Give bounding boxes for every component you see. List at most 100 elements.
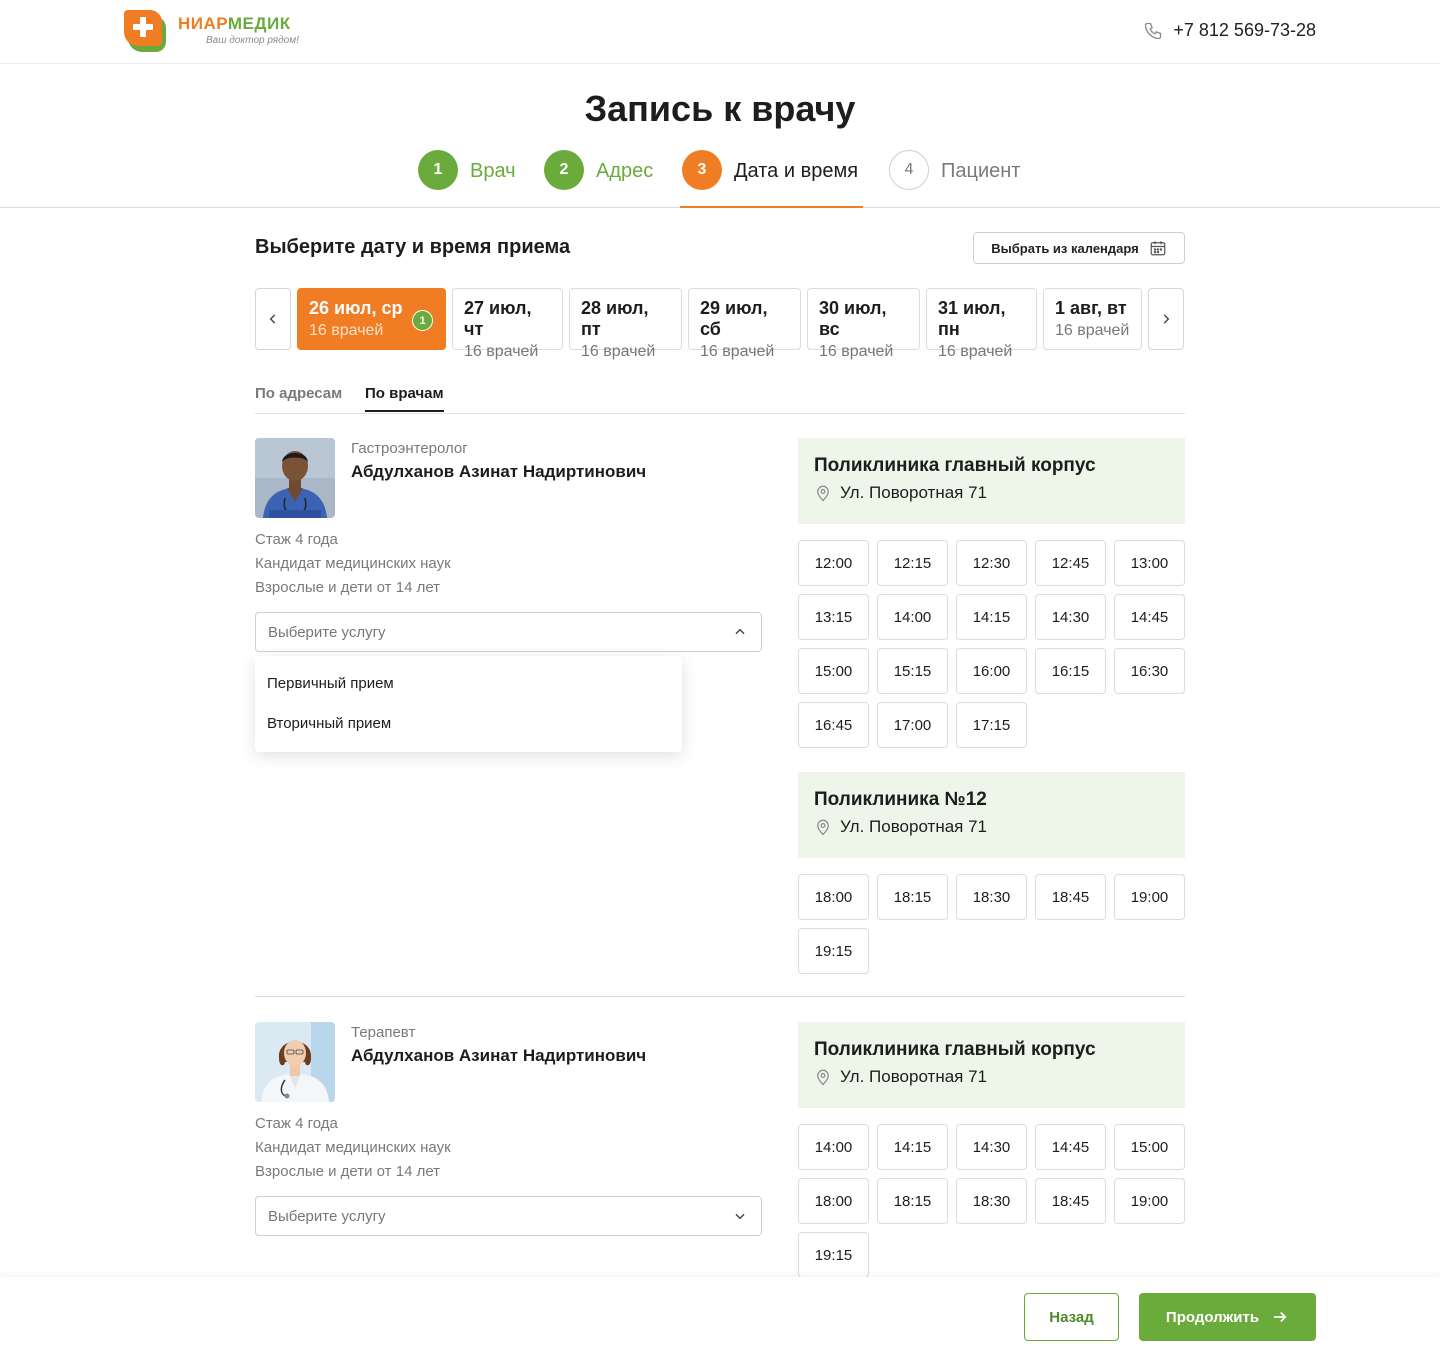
time-slot[interactable]: 15:15 xyxy=(877,648,948,694)
time-slot[interactable]: 17:15 xyxy=(956,702,1027,748)
date-card[interactable]: 29 июл, сб 16 врачей xyxy=(688,288,801,360)
dates-prev-button[interactable] xyxy=(255,288,291,350)
time-slot[interactable]: 14:00 xyxy=(798,1124,869,1170)
phone-number: +7 812 569-73-28 xyxy=(1173,20,1316,40)
time-slot[interactable]: 18:00 xyxy=(798,1178,869,1224)
time-slot[interactable]: 15:00 xyxy=(798,648,869,694)
date-label: 28 июл, пт xyxy=(581,298,649,339)
time-slot[interactable]: 18:00 xyxy=(798,874,869,920)
time-slot[interactable]: 18:45 xyxy=(1035,874,1106,920)
doctor-photo xyxy=(255,438,335,518)
clinic-name: Поликлиника главный корпус xyxy=(814,1039,1096,1060)
time-slot[interactable]: 14:45 xyxy=(1035,1124,1106,1170)
time-slot[interactable]: 14:00 xyxy=(877,594,948,640)
logo-icon xyxy=(124,10,168,52)
doctors-count: 16 врачей xyxy=(700,343,775,360)
time-slot[interactable]: 15:00 xyxy=(1114,1124,1185,1170)
step-datetime[interactable]: 3 Дата и время xyxy=(680,150,863,208)
time-slot[interactable]: 16:15 xyxy=(1035,648,1106,694)
doctors-count: 16 врачей xyxy=(938,343,1013,360)
time-slot[interactable]: 12:30 xyxy=(956,540,1027,586)
phone-link[interactable]: +7 812 569-73-28 xyxy=(1143,20,1316,41)
time-slot[interactable]: 14:30 xyxy=(1035,594,1106,640)
date-card[interactable]: 31 июл, пн 16 врачей xyxy=(926,288,1037,360)
location-pin-icon xyxy=(817,485,829,502)
clinic-name: Поликлиника №12 xyxy=(814,789,987,810)
doctors-count: 16 врачей xyxy=(581,343,656,360)
back-button[interactable]: Назад xyxy=(1024,1293,1119,1341)
service-option[interactable]: Вторичный прием xyxy=(267,715,391,732)
clinic-card: Поликлиника №12 Ул. Поворотная 71 xyxy=(798,772,1185,858)
step-number: 1 xyxy=(418,150,458,190)
time-slot[interactable]: 19:15 xyxy=(798,1232,869,1278)
clinic-card: Поликлиника главный корпус Ул. Поворотна… xyxy=(798,438,1185,524)
service-option[interactable]: Первичный прием xyxy=(267,675,394,692)
date-card-selected[interactable]: 26 июл, ср 16 врачей 1 xyxy=(297,288,446,350)
calendar-icon xyxy=(1150,241,1166,256)
step-doctor[interactable]: 1 Врач xyxy=(418,150,516,208)
time-slot[interactable]: 16:45 xyxy=(798,702,869,748)
chevron-right-icon xyxy=(1163,314,1170,324)
doctor-info: Стаж 4 года Кандидат медицинских наук Вз… xyxy=(255,528,451,600)
time-slot[interactable]: 18:30 xyxy=(956,1178,1027,1224)
dates-next-button[interactable] xyxy=(1148,288,1184,350)
step-number: 4 xyxy=(889,150,929,190)
time-slot[interactable]: 18:45 xyxy=(1035,1178,1106,1224)
date-label: 31 июл, пн xyxy=(938,298,1006,339)
time-slot[interactable]: 19:15 xyxy=(798,928,869,974)
doctor-photo xyxy=(255,1022,335,1102)
time-slot[interactable]: 17:00 xyxy=(877,702,948,748)
step-label: Дата и время xyxy=(734,160,859,182)
service-select[interactable]: Выберите услугу xyxy=(255,1196,762,1236)
tab-by-doctor[interactable]: По врачам xyxy=(365,385,444,412)
time-slot[interactable]: 16:00 xyxy=(956,648,1027,694)
tab-by-address[interactable]: По адресам xyxy=(255,385,342,410)
date-card[interactable]: 28 июл, пт 16 врачей xyxy=(569,288,682,360)
time-slot[interactable]: 14:30 xyxy=(956,1124,1027,1170)
date-label: 29 июл, сб xyxy=(700,298,768,339)
step-number: 2 xyxy=(544,150,584,190)
time-slot[interactable]: 12:00 xyxy=(798,540,869,586)
time-slot[interactable]: 19:00 xyxy=(1114,874,1185,920)
service-select[interactable]: Выберите услугу xyxy=(255,612,762,652)
time-slot[interactable]: 18:15 xyxy=(877,874,948,920)
clinic-name: Поликлиника главный корпус xyxy=(814,455,1096,476)
time-slot[interactable]: 16:30 xyxy=(1114,648,1185,694)
time-slot[interactable]: 18:30 xyxy=(956,874,1027,920)
doctor-specialty: Гастроэнтеролог xyxy=(351,440,468,457)
date-card[interactable]: 30 июл, вс 16 врачей xyxy=(807,288,920,360)
time-slot[interactable]: 14:15 xyxy=(877,1124,948,1170)
date-card[interactable]: 27 июл, чт 16 врачей xyxy=(452,288,563,360)
time-slot[interactable]: 14:45 xyxy=(1114,594,1185,640)
step-address[interactable]: 2 Адрес xyxy=(544,150,653,208)
doctor-specialty: Терапевт xyxy=(351,1024,416,1041)
time-slot[interactable]: 19:00 xyxy=(1114,1178,1185,1224)
step-patient[interactable]: 4 Пациент xyxy=(889,150,1020,208)
logo-slogan: Ваш доктор рядом! xyxy=(206,35,299,46)
choose-from-calendar-button[interactable]: Выбрать из календаря xyxy=(973,232,1185,264)
date-label: 27 июл, чт xyxy=(464,298,532,339)
time-slot[interactable]: 13:00 xyxy=(1114,540,1185,586)
logo-name: НИАРМЕДИК xyxy=(178,14,291,33)
phone-icon xyxy=(1145,22,1162,39)
time-slot[interactable]: 14:15 xyxy=(956,594,1027,640)
step-number: 3 xyxy=(682,150,722,190)
date-card[interactable]: 1 авг, вт 16 врачей xyxy=(1043,288,1142,350)
time-slot[interactable]: 18:15 xyxy=(877,1178,948,1224)
date-label: 1 авг, вт xyxy=(1055,298,1127,318)
doctor-divider xyxy=(255,996,1185,997)
time-slot[interactable]: 13:15 xyxy=(798,594,869,640)
chevron-down-icon xyxy=(735,1213,745,1220)
doctor-degree: Кандидат медицинских наук xyxy=(255,1139,451,1156)
doctor-info: Стаж 4 года Кандидат медицинских наук Вз… xyxy=(255,1112,451,1184)
step-label: Адрес xyxy=(596,160,654,182)
logo[interactable]: НИАРМЕДИК Ваш доктор рядом! xyxy=(124,10,299,52)
time-slot[interactable]: 12:15 xyxy=(877,540,948,586)
doctor-experience: Стаж 4 года xyxy=(255,531,338,548)
continue-button[interactable]: Продолжить xyxy=(1139,1293,1316,1341)
time-slot[interactable]: 12:45 xyxy=(1035,540,1106,586)
doctor-patients: Взрослые и дети от 14 лет xyxy=(255,579,441,596)
calendar-button-label: Выбрать из календаря xyxy=(991,240,1139,256)
site-header: НИАРМЕДИК Ваш доктор рядом! +7 812 569-7… xyxy=(0,0,1440,64)
page-title: Запись к врачу xyxy=(584,88,856,129)
